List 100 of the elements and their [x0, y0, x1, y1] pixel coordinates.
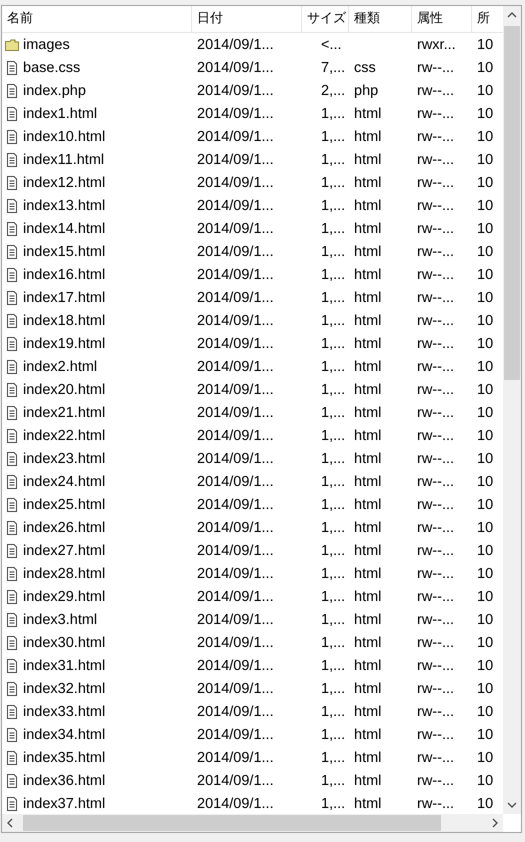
file-name[interactable]: index22.html: [23, 428, 106, 444]
size-cell: 1,...: [321, 450, 346, 466]
file-name[interactable]: index36.html: [23, 772, 106, 788]
column-header[interactable]: 名前: [2, 6, 192, 32]
file-name[interactable]: index35.html: [23, 750, 106, 766]
attributes-cell: rw--...: [417, 152, 454, 168]
file-name[interactable]: index3.html: [23, 612, 98, 628]
column-header[interactable]: 種類: [349, 6, 412, 32]
type-cell: css: [354, 60, 376, 76]
attributes-cell: rw--...: [417, 612, 454, 628]
type-cell: html: [354, 680, 382, 696]
file-name[interactable]: images: [23, 36, 70, 52]
owner-cell: 10: [477, 612, 494, 628]
attributes-cell: rw--...: [417, 428, 454, 444]
file-name[interactable]: index1.html: [23, 106, 98, 122]
file-name[interactable]: index33.html: [23, 704, 106, 720]
date-cell: 2014/09/1...: [197, 634, 274, 650]
owner-cell: 10: [477, 704, 494, 720]
file-name[interactable]: index16.html: [23, 266, 106, 282]
date-cell: 2014/09/1...: [197, 404, 274, 420]
file-name[interactable]: index15.html: [23, 244, 106, 260]
vertical-scrollbar[interactable]: [503, 6, 521, 814]
file-name[interactable]: index27.html: [23, 542, 106, 558]
size-cell: 1,...: [321, 542, 346, 558]
file-name[interactable]: index14.html: [23, 220, 106, 236]
size-cell: 1,...: [321, 312, 346, 328]
file-name[interactable]: index13.html: [23, 198, 106, 214]
size-cell: 1,...: [321, 658, 346, 674]
file-name[interactable]: index21.html: [23, 404, 106, 420]
file-name[interactable]: index19.html: [23, 336, 106, 352]
scrollbar-thumb[interactable]: [23, 815, 441, 831]
scrollbar-thumb[interactable]: [504, 26, 520, 380]
attributes-cell: rw--...: [417, 220, 454, 236]
attributes-cell: rw--...: [417, 796, 454, 812]
owner-cell: 10: [477, 198, 494, 214]
type-cell: html: [354, 474, 382, 490]
date-cell: 2014/09/1...: [197, 772, 274, 788]
type-cell: html: [354, 612, 382, 628]
attributes-cell: rw--...: [417, 174, 454, 190]
attributes-cell: rw--...: [417, 542, 454, 558]
file-name[interactable]: index.php: [23, 82, 86, 98]
file-name[interactable]: index2.html: [23, 358, 98, 374]
type-cell: html: [354, 198, 382, 214]
attributes-cell: rw--...: [417, 312, 454, 328]
file-name[interactable]: index34.html: [23, 726, 106, 742]
file-name[interactable]: index23.html: [23, 450, 106, 466]
owner-cell: 10: [477, 450, 494, 466]
file-name[interactable]: index24.html: [23, 474, 106, 490]
owner-cell: 10: [477, 358, 494, 374]
file-name[interactable]: index32.html: [23, 680, 106, 696]
size-cell: 1,...: [321, 566, 346, 582]
type-cell: html: [354, 750, 382, 766]
owner-cell: 10: [477, 244, 494, 260]
file-name[interactable]: index17.html: [23, 290, 106, 306]
date-cell: 2014/09/1...: [197, 726, 274, 742]
size-cell: 1,...: [321, 128, 346, 144]
type-cell: html: [354, 796, 382, 812]
attributes-cell: rw--...: [417, 704, 454, 720]
date-cell: 2014/09/1...: [197, 244, 274, 260]
file-name[interactable]: index11.html: [23, 152, 104, 168]
type-cell: html: [354, 382, 382, 398]
file-name[interactable]: index25.html: [23, 496, 106, 512]
type-cell: html: [354, 336, 382, 352]
file-name[interactable]: index10.html: [23, 128, 106, 144]
attributes-cell: rw--...: [417, 60, 454, 76]
column-header[interactable]: 属性: [412, 6, 472, 32]
size-cell: 1,...: [321, 266, 346, 282]
file-name[interactable]: index28.html: [23, 566, 106, 582]
size-cell: <...: [321, 36, 342, 52]
date-cell: 2014/09/1...: [197, 220, 274, 236]
owner-cell: 10: [477, 658, 494, 674]
size-cell: 1,...: [321, 772, 346, 788]
owner-cell: 10: [477, 382, 494, 398]
type-cell: php: [354, 82, 378, 98]
size-cell: 1,...: [321, 750, 346, 766]
date-cell: 2014/09/1...: [197, 612, 274, 628]
column-header[interactable]: 所: [472, 6, 494, 32]
file-name[interactable]: index31.html: [23, 658, 106, 674]
file-name[interactable]: index26.html: [23, 520, 106, 536]
file-name[interactable]: index12.html: [23, 174, 106, 190]
owner-cell: 10: [477, 82, 494, 98]
type-cell: html: [354, 220, 382, 236]
file-name[interactable]: index30.html: [23, 634, 106, 650]
size-cell: 1,...: [321, 106, 346, 122]
file-name[interactable]: base.css: [23, 60, 80, 76]
size-cell: 1,...: [321, 336, 346, 352]
file-name[interactable]: index29.html: [23, 588, 106, 604]
date-cell: 2014/09/1...: [197, 450, 274, 466]
date-cell: 2014/09/1...: [197, 588, 274, 604]
horizontal-scrollbar[interactable]: [2, 814, 503, 832]
attributes-cell: rw--...: [417, 750, 454, 766]
file-name[interactable]: index37.html: [23, 796, 106, 812]
owner-cell: 10: [477, 106, 494, 122]
column-header[interactable]: 日付: [192, 6, 302, 32]
file-name[interactable]: index20.html: [23, 382, 106, 398]
column-header[interactable]: サイズ: [302, 6, 349, 32]
owner-cell: 10: [477, 404, 494, 420]
owner-cell: 10: [477, 312, 494, 328]
file-name[interactable]: index18.html: [23, 312, 106, 328]
attributes-cell: rw--...: [417, 128, 454, 144]
